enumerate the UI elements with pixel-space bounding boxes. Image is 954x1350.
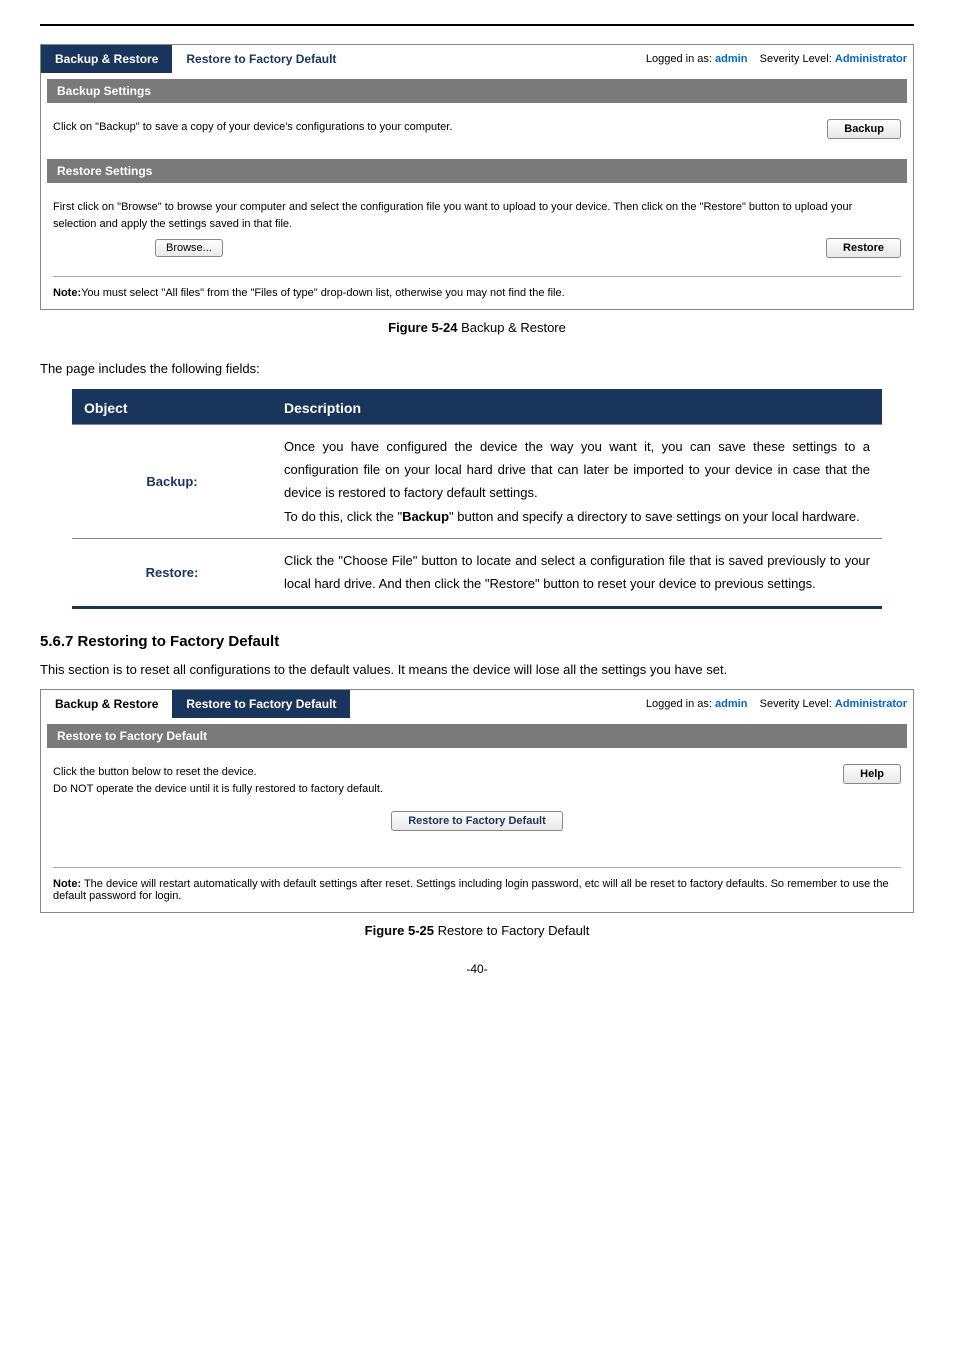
restore-to-factory-default-button[interactable]: Restore to Factory Default (391, 811, 563, 831)
intro-text-1: The page includes the following fields: (40, 359, 914, 379)
restore-button[interactable]: Restore (826, 238, 901, 258)
restore-factory-text: Click the button below to reset the devi… (53, 764, 843, 797)
tab-restore-factory-default[interactable]: Restore to Factory Default (172, 45, 350, 73)
note-text: You must select "All files" from the "Fi… (81, 287, 565, 299)
logged-in-label: Logged in as: (646, 698, 712, 710)
heading-5-6-7: 5.6.7 Restoring to Factory Default (40, 633, 914, 650)
note-line: Note:You must select "All files" from th… (41, 281, 913, 309)
col-object: Object (72, 390, 272, 424)
figure-label: Figure 5-24 (388, 320, 457, 335)
tab-backup-restore[interactable]: Backup & Restore (41, 45, 172, 73)
figure-text: Backup & Restore (457, 320, 565, 335)
backup-restore-panel: Backup & Restore Restore to Factory Defa… (40, 44, 914, 310)
restore-factory-panel: Backup & Restore Restore to Factory Defa… (40, 689, 914, 913)
figure-5-25-caption: Figure 5-25 Restore to Factory Default (40, 923, 914, 938)
severity-level: Administrator (835, 53, 907, 65)
tab-restore-factory-default[interactable]: Restore to Factory Default (172, 690, 350, 718)
description-table: Object Description Backup: Once you have… (72, 389, 882, 609)
object-backup: Backup: (72, 424, 272, 539)
tab-backup-restore[interactable]: Backup & Restore (41, 690, 172, 718)
tab-row: Backup & Restore Restore to Factory Defa… (41, 690, 913, 718)
top-rule (40, 24, 914, 26)
page-number: -40- (40, 962, 914, 976)
divider (53, 276, 901, 277)
logged-in-user: admin (715, 698, 747, 710)
note-line: Note: The device will restart automatica… (41, 872, 913, 912)
backup-settings-text: Click on "Backup" to save a copy of your… (53, 119, 827, 136)
divider (53, 867, 901, 868)
backup-button[interactable]: Backup (827, 119, 901, 139)
figure-label: Figure 5-25 (365, 923, 434, 938)
description-backup: Once you have configured the device the … (272, 424, 882, 539)
note-text: The device will restart automatically wi… (53, 878, 889, 902)
severity-label: Severity Level: (760, 698, 832, 710)
login-info: Logged in as: admin Severity Level: Admi… (646, 698, 913, 710)
object-restore: Restore: (72, 539, 272, 608)
logged-in-user: admin (715, 53, 747, 65)
logged-in-label: Logged in as: (646, 53, 712, 65)
desc-text: " button and specify a directory to save… (449, 509, 860, 524)
table-row: Backup: Once you have configured the dev… (72, 424, 882, 539)
browse-button[interactable]: Browse... (155, 239, 223, 257)
note-prefix: Note: (53, 287, 81, 299)
login-info: Logged in as: admin Severity Level: Admi… (646, 53, 913, 65)
help-button[interactable]: Help (843, 764, 901, 784)
severity-level: Administrator (835, 698, 907, 710)
table-row: Restore: Click the "Choose File" button … (72, 539, 882, 608)
desc-text: Once you have configured the device the … (284, 439, 870, 501)
restore-settings-text: First click on "Browse" to browse your c… (53, 199, 901, 232)
desc-bold: Backup (402, 509, 449, 524)
backup-settings-bar: Backup Settings (47, 79, 907, 103)
desc-text: To do this, click the " (284, 509, 402, 524)
tab-row: Backup & Restore Restore to Factory Defa… (41, 45, 913, 73)
intro-text-2: This section is to reset all configurati… (40, 660, 914, 680)
figure-5-24-caption: Figure 5-24 Backup & Restore (40, 320, 914, 335)
description-restore: Click the "Choose File" button to locate… (272, 539, 882, 608)
severity-label: Severity Level: (760, 53, 832, 65)
note-prefix: Note: (53, 878, 81, 890)
restore-settings-bar: Restore Settings (47, 159, 907, 183)
col-description: Description (272, 390, 882, 424)
figure-text: Restore to Factory Default (434, 923, 589, 938)
restore-factory-bar: Restore to Factory Default (47, 724, 907, 748)
